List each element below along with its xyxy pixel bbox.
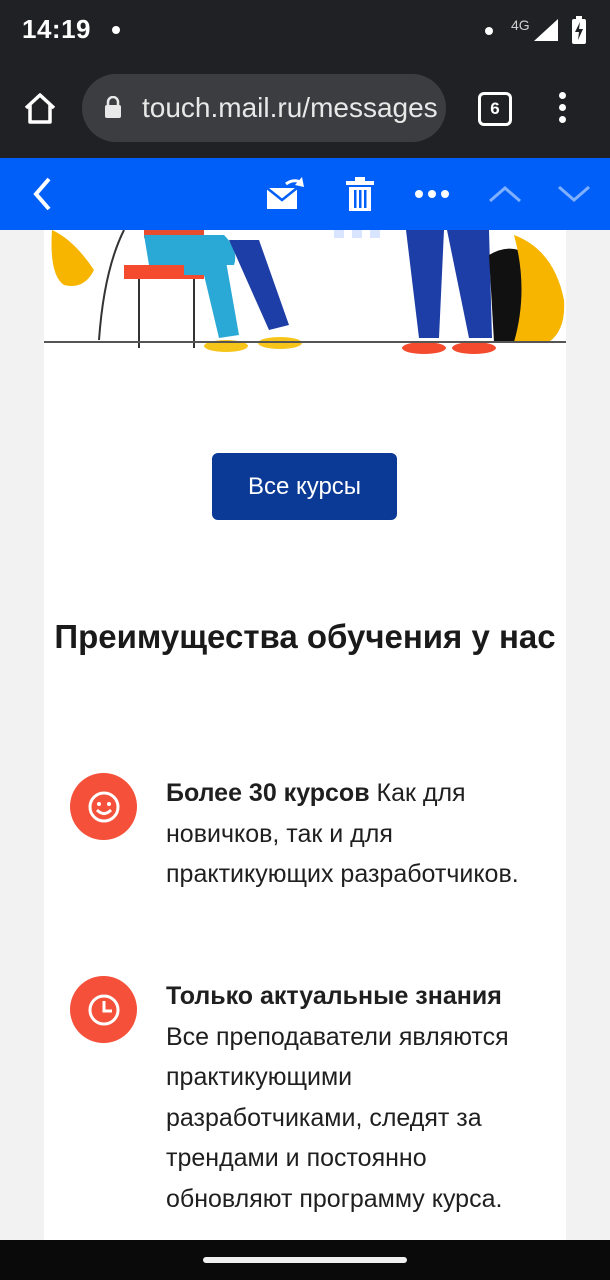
mail-toolbar (0, 158, 610, 230)
lock-icon (105, 96, 121, 118)
more-icon[interactable] (412, 158, 452, 230)
address-bar[interactable]: touch.mail.ru/messages (82, 74, 446, 142)
status-time: 14:19 (22, 14, 91, 44)
students-illustration (44, 230, 566, 354)
system-navigation-bar (0, 1240, 610, 1280)
move-to-folder-icon[interactable] (262, 158, 308, 230)
benefit-title: Только актуальные знания (166, 982, 502, 1010)
notification-dot-icon (485, 27, 493, 35)
section-title: Преимущества обучения у нас (54, 618, 556, 655)
benefit-text: Только актуальные знания Все преподавате… (166, 976, 526, 1219)
notification-dot-icon (112, 26, 120, 34)
url-text: touch.mail.ru/messages (142, 92, 438, 123)
trash-icon[interactable] (342, 158, 378, 230)
next-icon[interactable] (555, 158, 593, 230)
status-bar: 14:19 4G (0, 0, 610, 62)
battery-charging-icon (572, 16, 586, 44)
home-icon[interactable] (20, 88, 60, 128)
smile-icon (70, 773, 137, 840)
browser-menu-icon[interactable] (556, 92, 568, 128)
back-icon[interactable] (24, 158, 60, 230)
clock-icon (70, 976, 137, 1043)
benefit-text: Более 30 курсов Как для новичков, так и … (166, 773, 526, 895)
benefit-description: Все преподаватели являются практикующими… (166, 1022, 509, 1213)
home-gesture-handle[interactable] (203, 1257, 407, 1263)
network-type-label: 4G (511, 17, 530, 33)
browser-toolbar: touch.mail.ru/messages 6 (0, 62, 610, 158)
signal-icon (534, 19, 558, 41)
email-body: Все курсы Преимущества обучения у нас Бо… (44, 230, 566, 1240)
previous-icon[interactable] (486, 158, 524, 230)
benefit-title: Более 30 курсов (166, 779, 370, 807)
all-courses-button[interactable]: Все курсы (212, 453, 397, 520)
tab-switcher-button[interactable]: 6 (478, 92, 512, 126)
